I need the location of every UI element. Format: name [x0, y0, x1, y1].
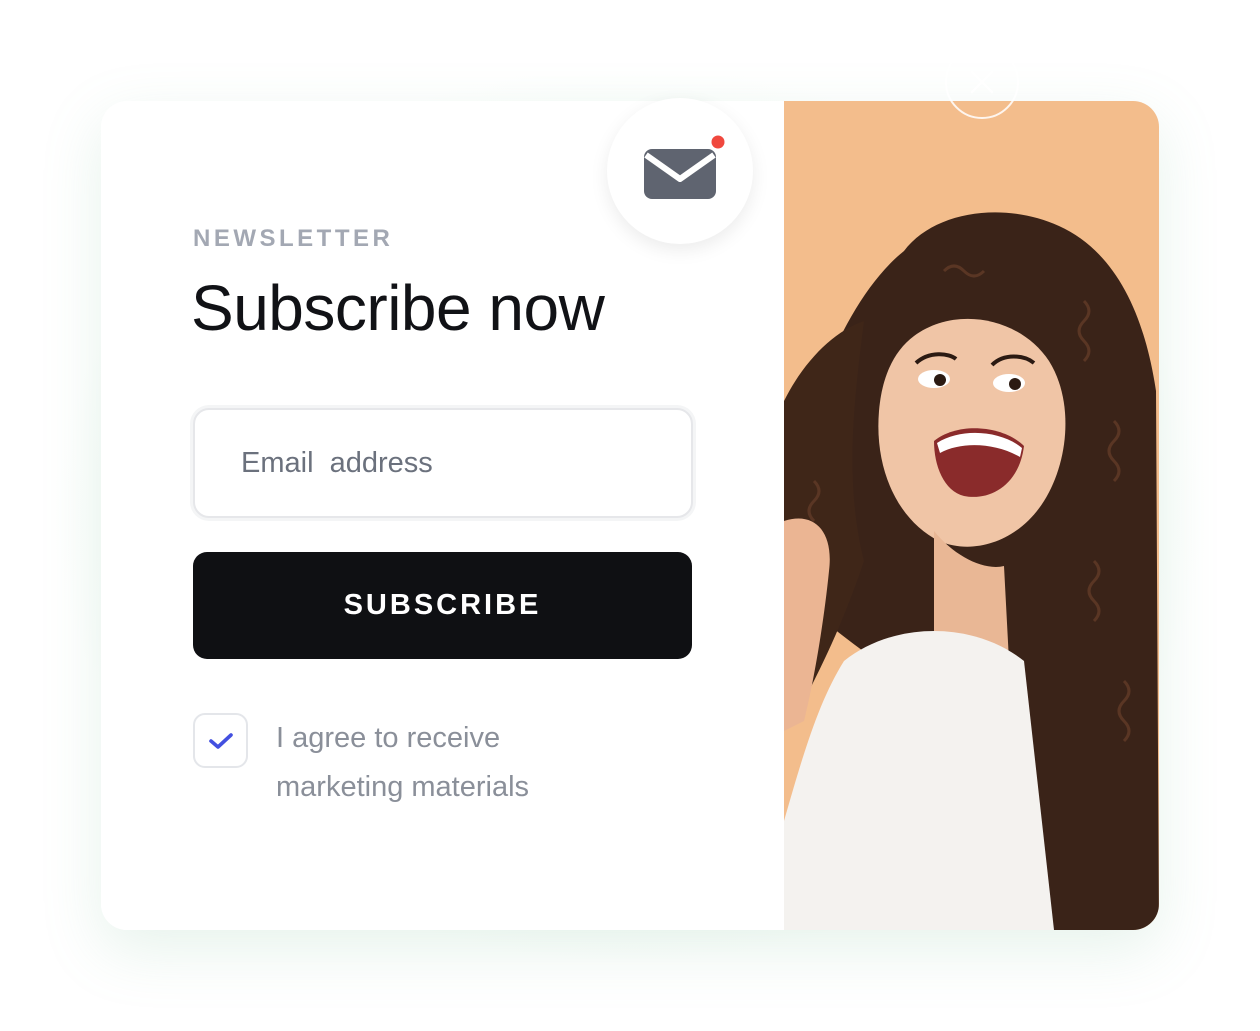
newsletter-modal: NEWSLETTER Subscribe now SUBSCRIBE I agr… — [101, 101, 1159, 930]
consent-label-line2: marketing materials — [276, 771, 530, 803]
subscribe-button[interactable]: SUBSCRIBE — [193, 552, 692, 659]
hero-photo — [784, 101, 1159, 930]
modal-title: Subscribe now — [191, 272, 605, 344]
checkmark-icon — [208, 732, 233, 749]
newsletter-eyebrow: NEWSLETTER — [193, 225, 394, 252]
consent-checkbox[interactable] — [193, 713, 248, 768]
close-button[interactable] — [945, 45, 1019, 119]
woman-photo-illustration — [784, 212, 1159, 930]
consent-label-line1: I agree to receive — [276, 722, 501, 754]
close-icon — [970, 70, 994, 94]
notification-dot-icon — [709, 133, 727, 151]
consent-label: I agree to receive marketing materials — [276, 714, 616, 812]
mail-badge — [607, 98, 753, 244]
email-field[interactable] — [193, 408, 693, 518]
